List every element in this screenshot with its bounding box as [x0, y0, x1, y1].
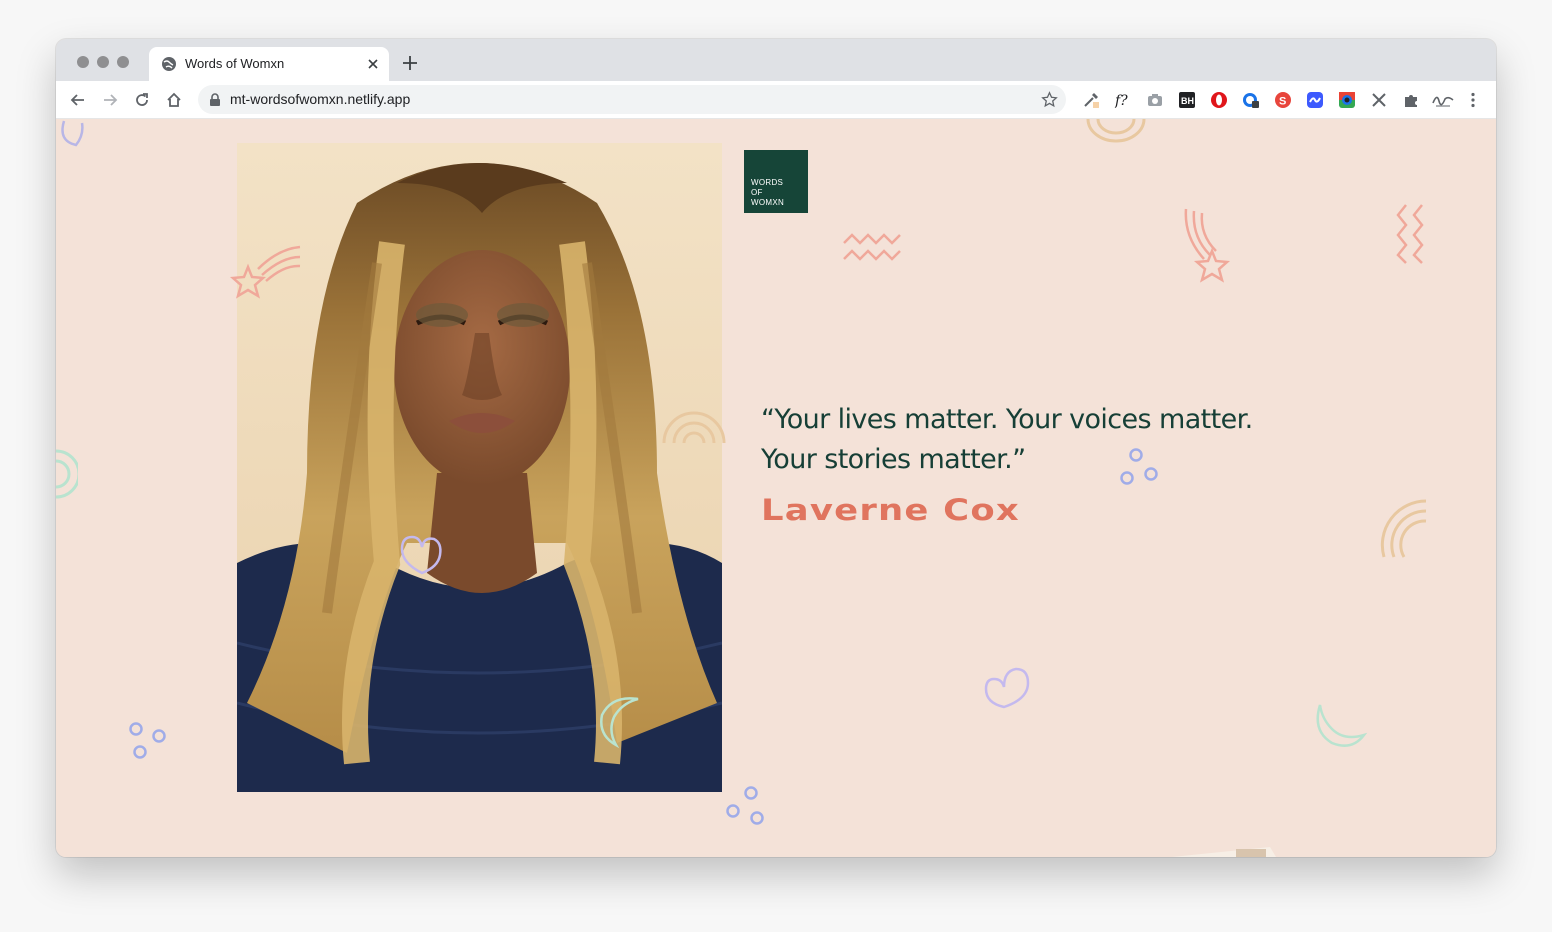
- spiral-arc-doodle-icon: [1380, 499, 1427, 558]
- puzzle-icon[interactable]: [1402, 91, 1420, 109]
- close-tab-icon[interactable]: [365, 56, 381, 72]
- rainbow-arc-doodle-icon: [662, 411, 726, 444]
- more-options-icon[interactable]: [1464, 91, 1482, 109]
- tab-title: Words of Womxn: [185, 56, 285, 71]
- blue-extension-icon[interactable]: [1306, 91, 1324, 109]
- eyedropper-icon[interactable]: [1082, 91, 1100, 109]
- heart-doodle-icon: [400, 535, 442, 575]
- url-text[interactable]: mt-wordsofwomxn.netlify.app: [230, 91, 410, 107]
- tab-words-of-womxn[interactable]: Words of Womxn: [149, 47, 389, 81]
- logo-text: WORDS OF WOMXN: [751, 178, 785, 207]
- browser-toolbar: mt-wordsofwomxn.netlify.app f? BH S: [56, 81, 1496, 119]
- half-circle-doodle-icon: [56, 449, 78, 499]
- s-extension-icon[interactable]: S: [1274, 91, 1292, 109]
- camera-icon[interactable]: [1146, 91, 1164, 109]
- address-bar[interactable]: mt-wordsofwomxn.netlify.app: [198, 85, 1066, 114]
- reload-icon[interactable]: [132, 90, 152, 110]
- rainbow-doodle-icon: [1086, 119, 1146, 143]
- bookmark-star-icon[interactable]: [1041, 91, 1058, 108]
- tools-icon[interactable]: [1370, 91, 1388, 109]
- globe-icon: [162, 57, 176, 71]
- falling-star-doodle-icon: [1184, 208, 1231, 283]
- shooting-star-doodle-icon: [229, 245, 301, 299]
- circles-doodle-icon: [129, 722, 166, 759]
- font-finder-icon[interactable]: f?: [1114, 91, 1132, 109]
- privacy-icon[interactable]: [1242, 91, 1260, 109]
- title-bar: Words of Womxn: [56, 39, 1496, 81]
- forward-arrow-icon[interactable]: [100, 90, 120, 110]
- svg-text:S: S: [1279, 96, 1286, 108]
- svg-text:BH: BH: [1181, 96, 1194, 106]
- new-tab-icon[interactable]: [402, 55, 418, 71]
- home-icon[interactable]: [164, 90, 184, 110]
- signature-extension-icon[interactable]: [1432, 91, 1454, 109]
- heart-outline-doodle-icon: [984, 667, 1030, 709]
- close-window-button[interactable]: [77, 56, 89, 68]
- moon-doodle-icon: [61, 120, 84, 147]
- quote-line-1: “Your lives matter. Your voices matter.: [761, 404, 1253, 435]
- zigzag-doodle-icon: [843, 233, 901, 261]
- quote-text: “Your lives matter. Your voices matter. …: [761, 400, 1321, 480]
- wavy-lines-doodle-icon: [1396, 204, 1424, 264]
- crescent-moon-doodle-icon: [600, 697, 639, 749]
- browser-window: Words of Womxn mt-wordsofwomxn.netlify.a…: [56, 39, 1496, 857]
- maximize-window-button[interactable]: [117, 56, 129, 68]
- color-wheel-icon[interactable]: [1338, 91, 1356, 109]
- dots-doodle-icon: [1120, 448, 1158, 485]
- words-of-womxn-logo[interactable]: WORDS OF WOMXN: [744, 150, 808, 213]
- next-slide-peek: [1172, 847, 1276, 857]
- quote-line-2: Your stories matter.”: [761, 444, 1026, 475]
- portrait-photo: [237, 143, 722, 792]
- svg-text:f?: f?: [1114, 93, 1128, 109]
- back-arrow-icon[interactable]: [68, 90, 88, 110]
- page-content: WORDS OF WOMXN “Your lives matter. Your …: [56, 119, 1496, 857]
- minimize-window-button[interactable]: [97, 56, 109, 68]
- quote-author: Laverne Cox: [761, 493, 1020, 527]
- bh-extension-icon[interactable]: BH: [1178, 91, 1196, 109]
- opera-icon[interactable]: [1210, 91, 1228, 109]
- bubbles-doodle-icon: [726, 786, 764, 825]
- lock-icon[interactable]: [209, 93, 221, 106]
- crescent-moon-green-doodle-icon: [1316, 704, 1368, 747]
